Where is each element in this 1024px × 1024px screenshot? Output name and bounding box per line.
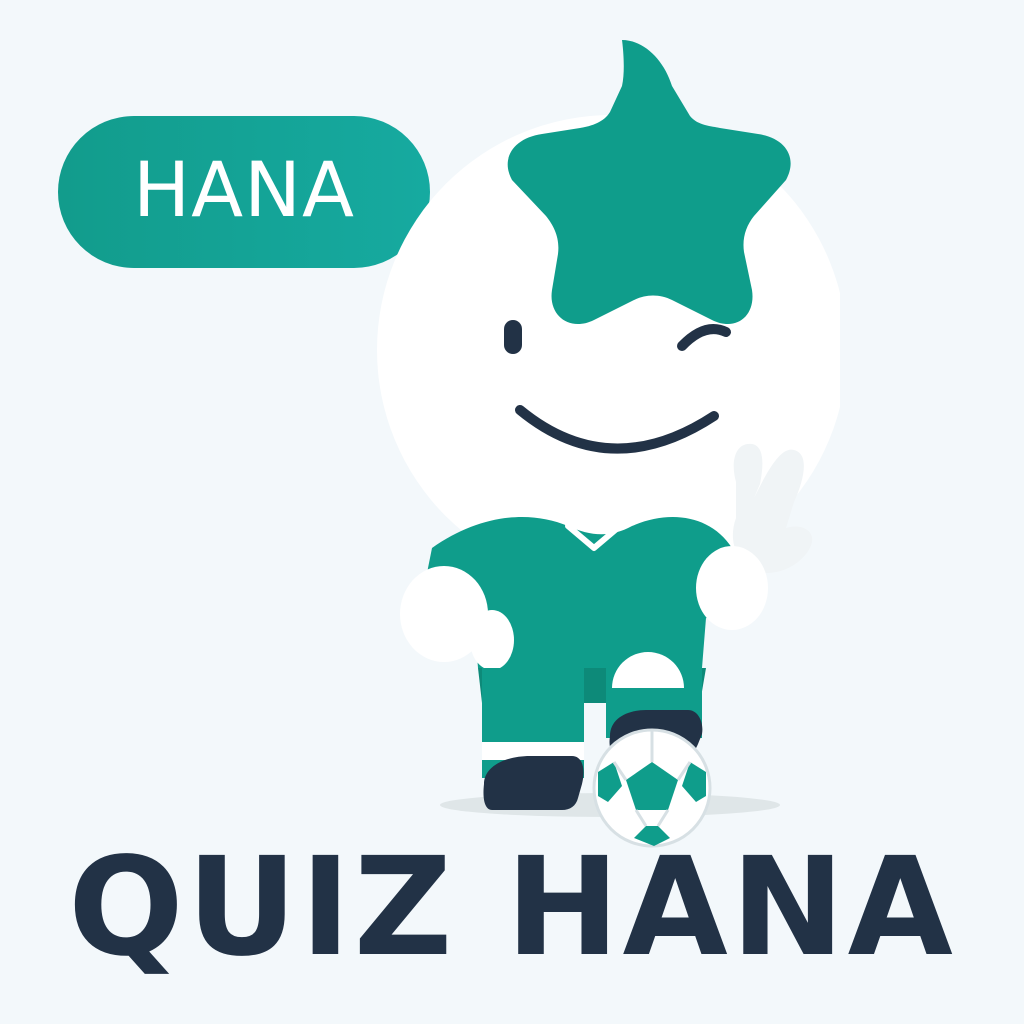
badge-label: HANA [133, 145, 355, 234]
mascot-icon [377, 40, 840, 848]
mascot-illustration [360, 28, 840, 848]
app-title: QUIZ HANA [68, 829, 956, 987]
left-leg [482, 668, 584, 810]
